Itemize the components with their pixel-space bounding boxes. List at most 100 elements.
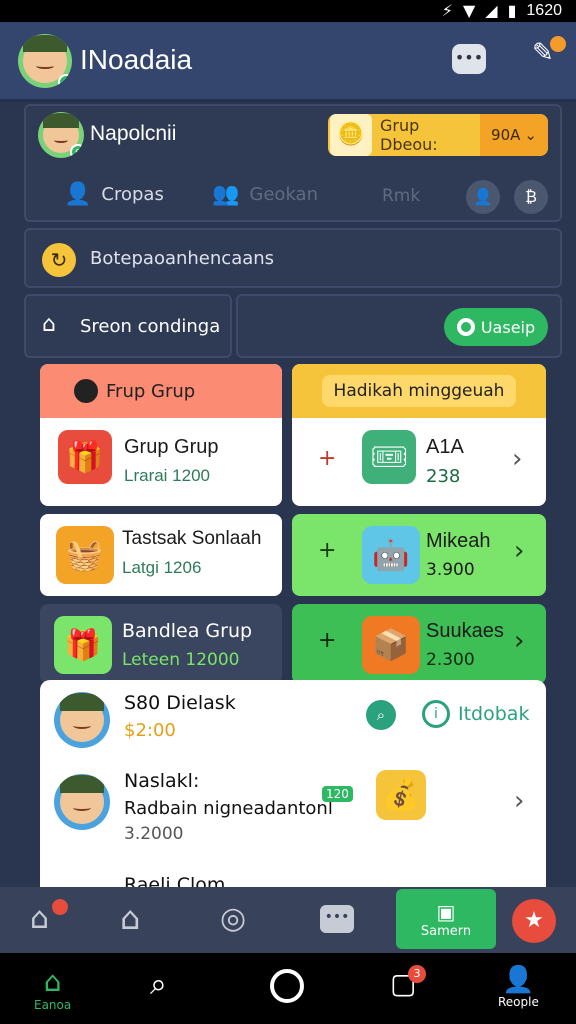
add-icon[interactable]: + <box>318 446 336 471</box>
samern-button[interactable]: ▣ Samern <box>396 889 496 949</box>
search-badge-icon[interactable]: ⌕ <box>366 700 396 730</box>
banner[interactable]: ↻ Botepaoanhencaans <box>24 228 562 288</box>
add-icon[interactable]: + <box>318 628 336 653</box>
tastsak-title: Tastsak Sonlaah <box>122 528 262 549</box>
home-outline-icon: ⌂ <box>42 312 56 337</box>
add-icon[interactable]: + <box>318 538 336 563</box>
user-icon: 👤 <box>64 182 92 207</box>
search-icon[interactable]: ⌕ <box>150 967 167 1002</box>
home-icon[interactable]: ⌂ <box>120 899 140 937</box>
signal-icon: ⚡ <box>441 1 453 20</box>
group-button-label: Grup Dbeou: <box>380 116 438 154</box>
app-avatar[interactable]: e <box>18 34 72 88</box>
a1a-sub: 238 <box>426 466 461 487</box>
profile-icon: 👤 <box>502 965 535 995</box>
a1a-title: A1A <box>426 436 464 458</box>
gift-icon: 🎁 <box>58 430 112 484</box>
sukaes-card[interactable]: + 📦 Suukaes 2.300 › <box>292 604 546 684</box>
section-label: Sreon condinga <box>80 316 221 337</box>
list-item-2-tag: 120 <box>322 786 353 802</box>
photo-icon: ▣ <box>436 899 456 924</box>
list-item-2-title: Naslakl: <box>124 770 200 792</box>
home-circle-button[interactable] <box>270 969 304 1003</box>
chevron-right-icon: › <box>514 536 525 566</box>
tab-rmk[interactable]: Rmk <box>382 186 420 206</box>
hadikah-header: Hadikah minggeuah <box>321 375 517 407</box>
section-header: ⌂ Sreon condinga <box>24 294 232 358</box>
camera-icon <box>74 379 98 403</box>
section-right-panel: Uaseip <box>236 294 562 358</box>
frup-grup-card[interactable]: Frup Grup 🎁 Grup Grup Lrarai 1200 <box>40 364 282 506</box>
mascot-icon: 🤖 <box>362 526 420 584</box>
currency-icon[interactable]: ₿ <box>514 180 548 214</box>
chat-icon[interactable]: ••• <box>452 44 486 74</box>
wifi-icon: ▼ <box>462 1 476 20</box>
basket-icon: 🧺 <box>56 526 114 584</box>
tab-geokan[interactable]: 👥 Geokan <box>212 182 318 207</box>
list-avatar <box>54 692 110 748</box>
app-bar: e INoadaia ••• ✎ <box>0 22 576 102</box>
scratch-ticket-icon: 🎟 <box>362 430 416 484</box>
status-time: 1620 <box>526 1 562 19</box>
frup-grup-header: Frup Grup <box>106 380 196 402</box>
cellular-icon: ◢ <box>485 1 498 20</box>
update-button[interactable]: Uaseip <box>444 308 548 346</box>
tastsak-sub: Latgi 1206 <box>122 558 202 577</box>
list-item-1-sub: $2:00 <box>124 720 176 741</box>
coin-bag-icon: 🪙 <box>330 114 372 156</box>
bandlea-card[interactable]: 🎁 Bandlea Grup Leteen 12000 <box>40 604 282 684</box>
bandlea-title: Bandlea Grup <box>122 620 253 642</box>
profile-avatar: e <box>38 112 84 158</box>
docs-badge: 3 <box>408 965 426 983</box>
system-nav: ⌂ Eanoa ⌕ ▢ 3 👤 Reople <box>0 953 576 1024</box>
treasure-box-icon: 🎁 <box>54 616 112 674</box>
nav-home[interactable]: ⌂ Eanoa <box>34 965 71 1012</box>
chevron-down-icon: ⌄ <box>524 126 537 144</box>
group-value: 90A <box>491 126 521 144</box>
tab-label: Cropas <box>101 184 164 205</box>
home-badge-icon[interactable]: ⌂ <box>30 899 68 936</box>
battery-icon: ▮ <box>507 1 517 20</box>
star-icon[interactable]: ★ <box>512 899 556 943</box>
gift-box-icon: 📦 <box>362 616 420 674</box>
docs-icon[interactable]: ▢ 3 <box>390 965 426 1000</box>
bandlea-sub: Leteen 12000 <box>122 650 240 670</box>
bottom-nav: ⌂ ⌂ ◎ ••• ▣ Samern ★ <box>0 887 576 953</box>
medal-icon[interactable]: ◎ <box>220 901 246 936</box>
list-item-1-link[interactable]: i Itdobak <box>422 700 529 728</box>
chevron-right-icon: › <box>514 786 525 816</box>
tab-cropas[interactable]: 👤 Cropas <box>64 182 164 207</box>
profile-panel: e Napolcnii 🪙 Grup Dbeou: 90A ⌄ 👤 Cropas… <box>24 104 562 222</box>
toggle-icon <box>456 318 475 336</box>
list-item-2-sub: Radbain nigneadantonl <box>124 798 333 819</box>
info-circle-icon: i <box>422 700 450 728</box>
person-icon[interactable]: 👤 <box>466 180 500 214</box>
group-icon: 👥 <box>212 182 240 207</box>
coin-pouch-icon: 💰 <box>376 770 426 820</box>
list-panel: S80 Dielask $2:00 ⌕ i Itdobak Naslakl: R… <box>40 680 546 900</box>
banner-label: Botepaoanhencaans <box>90 248 275 269</box>
chevron-right-icon: › <box>512 444 523 474</box>
hadikah-card[interactable]: Hadikah minggeuah + 🎟 A1A 238 › <box>292 364 546 506</box>
message-icon[interactable]: ••• <box>320 905 354 933</box>
mikeah-title: Mikeah <box>426 530 491 552</box>
mikeah-card[interactable]: + 🤖 Mikeah 3.900 › <box>292 514 546 596</box>
tastsak-card[interactable]: 🧺 Tastsak Sonlaah Latgi 1206 <box>40 514 282 596</box>
chevron-right-icon: › <box>514 626 525 656</box>
sukaes-title: Suukaes <box>426 620 504 642</box>
status-bar: ⚡ ▼ ◢ ▮ 1620 <box>0 0 576 22</box>
home-label: Eanoa <box>34 998 72 1012</box>
clock-icon: ↻ <box>42 243 76 277</box>
group-button[interactable]: 🪙 Grup Dbeou: 90A ⌄ <box>328 114 548 156</box>
mikeah-sub: 3.900 <box>426 560 475 580</box>
profile-name: Napolcnii <box>90 122 177 145</box>
settings-icon[interactable]: ✎ <box>532 36 566 78</box>
home-icon: ⌂ <box>43 965 62 998</box>
list-avatar <box>54 774 110 830</box>
grup-title: Grup Grup <box>124 436 219 458</box>
list-item-1-title: S80 Dielask <box>124 692 236 714</box>
app-title: INoadaia <box>80 44 193 75</box>
nav-profile[interactable]: 👤 Reople <box>498 965 539 1009</box>
profile-label: Reople <box>498 995 539 1009</box>
sukaes-sub: 2.300 <box>426 650 475 670</box>
